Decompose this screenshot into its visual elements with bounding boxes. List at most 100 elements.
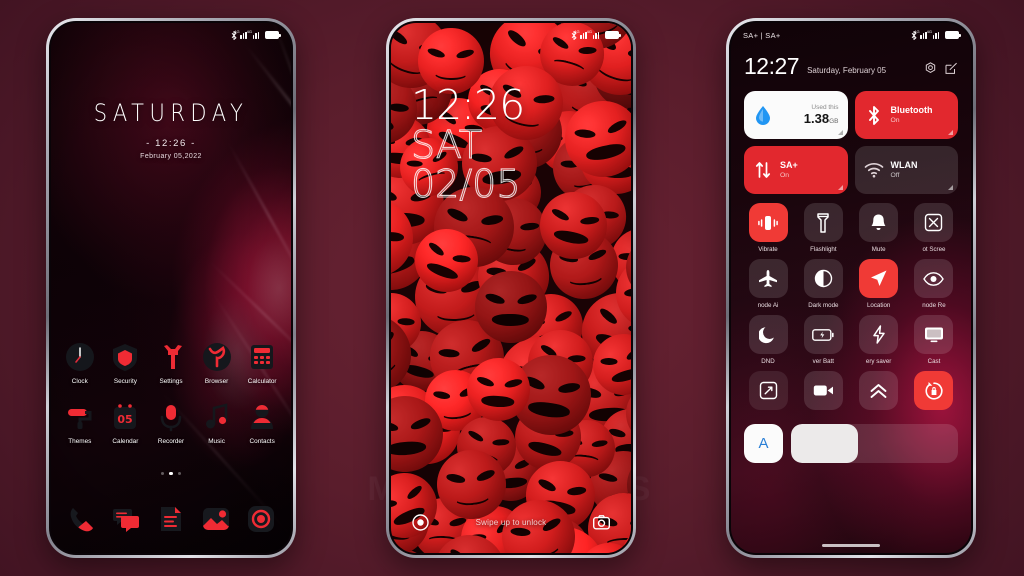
tile-row-1: Vibrate Flashlight Mute ot Scree (744, 203, 958, 253)
page-dot[interactable] (177, 471, 182, 475)
battery-icon (605, 31, 621, 39)
expand-corner-icon[interactable] (948, 185, 953, 190)
navigation-bar (731, 544, 971, 547)
airplane-icon[interactable] (748, 259, 788, 298)
tile-screen-recorder[interactable] (799, 371, 847, 414)
tile-dark-mode[interactable]: Dark mode (799, 259, 847, 309)
resize-icon[interactable] (748, 371, 788, 410)
tile-row-2: node Ai Dark mode Location node Re (744, 259, 958, 309)
flashlight-icon[interactable] (411, 513, 429, 531)
auto-rotate-icon[interactable] (914, 371, 954, 410)
app-label: Music (208, 438, 225, 445)
tile-vibrate[interactable]: Vibrate (744, 203, 792, 253)
app-recorder[interactable]: Recorder (149, 401, 193, 445)
tile-airplane-mode[interactable]: node Ai (744, 259, 792, 309)
signal-icon: 4G (927, 29, 942, 39)
app-row-2: Themes 05 Calendar Recorder Music Contac… (57, 401, 285, 445)
vibrate-icon[interactable] (748, 203, 788, 242)
svg-text:05: 05 (118, 413, 133, 426)
flashlight-icon[interactable] (803, 203, 843, 242)
app-calculator[interactable]: Calculator (240, 341, 284, 385)
video-camera-icon[interactable] (803, 371, 843, 410)
tile-screenshot[interactable]: ot Scree (910, 203, 958, 253)
page-indicator[interactable] (51, 471, 291, 475)
bell-icon[interactable] (859, 203, 899, 242)
home-screen: 4G 4G SATURDAY - 12:26 - February 05,202… (51, 23, 291, 553)
expand-corner-icon[interactable] (948, 130, 953, 135)
tile-location[interactable]: Location (855, 259, 903, 309)
page-dot[interactable] (160, 471, 165, 475)
app-label: Contacts (249, 438, 275, 445)
brightness-slider[interactable] (791, 424, 958, 463)
battery-icon (945, 31, 961, 39)
tile-ultra-battery-saver[interactable]: ery saver (855, 315, 903, 365)
location-arrow-icon[interactable] (859, 259, 899, 298)
gear-icon[interactable] (924, 62, 937, 75)
screenshot-icon[interactable] (914, 203, 954, 242)
tile-auto-rotate[interactable] (910, 371, 958, 414)
phone-bezel: SA+ | SA+ 4G 4G 12:27 Saturday, February… (729, 21, 973, 555)
tile-label: Mute (871, 246, 886, 253)
tile-battery-saver[interactable]: ver Batt (799, 315, 847, 365)
card-wlan[interactable]: WLAN Off (854, 146, 958, 194)
camera-ring-icon[interactable] (245, 503, 277, 535)
eye-icon[interactable] (914, 259, 954, 298)
tile-label: ery saver (865, 358, 892, 365)
card-subtitle: On (890, 117, 900, 125)
moon-icon[interactable] (748, 315, 788, 354)
tile-mute[interactable]: Mute (855, 203, 903, 253)
tile-label: Flashlight (810, 246, 837, 253)
document-lines-icon[interactable] (155, 503, 187, 535)
double-chevron-up-icon[interactable] (859, 371, 899, 410)
card-data-usage[interactable]: Used this 1.38GB (744, 91, 848, 139)
card-bluetooth-text: Bluetooth On (890, 105, 950, 125)
page-dot-active[interactable] (169, 471, 173, 475)
paint-roller-icon (64, 401, 96, 433)
auto-brightness-button[interactable]: A (744, 424, 783, 463)
expand-corner-icon[interactable] (837, 130, 843, 135)
phone-bezel: 4G 4G 12:26 SAT 02/05 Swipe up to unlock (389, 21, 633, 555)
app-calendar[interactable]: 05 Calendar (103, 401, 147, 445)
lightning-icon[interactable] (859, 315, 899, 354)
monitor-icon[interactable] (914, 315, 954, 354)
home-indicator[interactable] (822, 544, 880, 547)
camera-icon[interactable] (593, 513, 611, 531)
calendar-icon: 05 (109, 401, 141, 433)
phone-handset-icon[interactable] (65, 503, 97, 535)
tile-label: DND (761, 358, 775, 365)
app-security[interactable]: Security (103, 341, 147, 385)
app-settings[interactable]: Settings (149, 341, 193, 385)
card-subtitle: Used this (811, 103, 839, 111)
dock (59, 503, 283, 535)
app-contacts[interactable]: Contacts (240, 401, 284, 445)
tile-resize[interactable] (744, 371, 792, 414)
status-bar: SA+ | SA+ 4G 4G (731, 23, 971, 47)
app-clock[interactable]: Clock (58, 341, 102, 385)
signal-icon: 4G (587, 29, 602, 39)
expand-corner-icon[interactable] (837, 185, 843, 190)
browser-icon (201, 341, 233, 373)
tile-dnd[interactable]: DND (744, 315, 792, 365)
battery-saver-icon[interactable] (803, 315, 843, 354)
water-drop-icon (753, 105, 773, 125)
tile-cast[interactable]: Cast (910, 315, 958, 365)
tile-flashlight[interactable]: Flashlight (799, 203, 847, 253)
chat-bubble-icon[interactable] (110, 503, 142, 535)
photo-icon[interactable] (200, 503, 232, 535)
card-mobile-data-text: SA+ On (780, 160, 839, 180)
brightness-slider-fill (791, 424, 858, 463)
app-label: Calculator (247, 378, 277, 385)
clock-widget[interactable]: SATURDAY - 12:26 - February 05,2022 (51, 99, 291, 160)
quick-setting-tiles: Vibrate Flashlight Mute ot Scree node Ai… (744, 203, 958, 414)
contrast-icon[interactable] (803, 259, 843, 298)
lock-clock: 12:26 SAT 02/05 (410, 84, 525, 204)
card-mobile-data[interactable]: SA+ On (744, 146, 848, 194)
card-bluetooth[interactable]: Bluetooth On (854, 91, 958, 139)
tile-reading-mode[interactable]: node Re (910, 259, 958, 309)
app-music[interactable]: Music (195, 401, 239, 445)
contact-person-icon (246, 401, 278, 433)
app-themes[interactable]: Themes (58, 401, 102, 445)
app-browser[interactable]: Browser (195, 341, 239, 385)
edit-pencil-icon[interactable] (945, 62, 958, 75)
tile-expand[interactable] (855, 371, 903, 414)
